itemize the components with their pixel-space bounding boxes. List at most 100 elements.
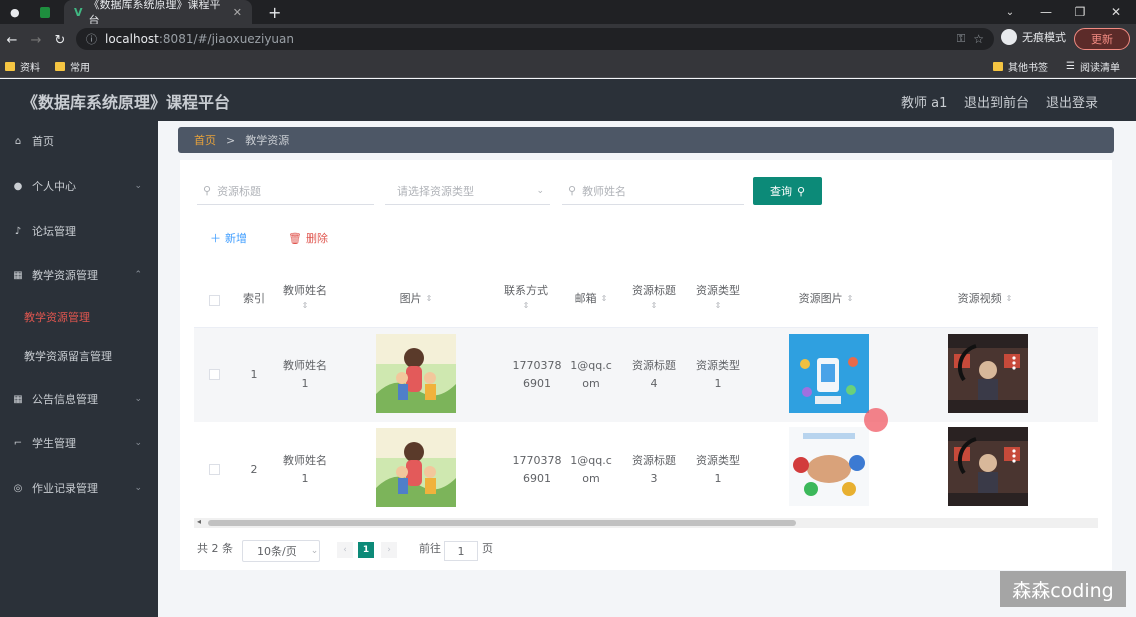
breadcrumb: 首页 > 教学资源: [178, 127, 1114, 153]
resource-image[interactable]: [789, 334, 869, 413]
sidebar-item-notices[interactable]: ▦ 公告信息管理 ⌄: [0, 379, 158, 419]
teacher-name-suffix: 1: [301, 377, 309, 390]
sidebar-item-homework[interactable]: ◎ 作业记录管理 ⌄: [0, 468, 158, 508]
column-header-phone[interactable]: 联系方式 ⇕: [496, 268, 556, 328]
header-label: 资源标题: [632, 284, 676, 297]
video-frame: [948, 427, 1028, 506]
info-icon[interactable]: ⓘ: [86, 31, 97, 47]
resource-title: 资源标题: [632, 454, 676, 467]
column-header-resource-type[interactable]: 资源类型 ⇕: [688, 268, 748, 328]
sidebar-item-label: 首页: [32, 135, 54, 148]
plus-icon: ＋: [210, 232, 221, 245]
goto-page-input[interactable]: 1: [444, 541, 478, 561]
resource-video[interactable]: [948, 334, 1028, 413]
incognito-indicator[interactable]: 无痕模式: [1001, 29, 1066, 45]
scroll-left-icon[interactable]: ◂: [197, 517, 201, 526]
sort-icon[interactable]: ⇕: [715, 298, 722, 313]
prev-page-button[interactable]: ‹: [337, 542, 353, 558]
table-row[interactable]: 1 教师姓名 1 1770378 6901 1@qq.c om 资源标题 4 资源类型 1: [194, 328, 1098, 422]
star-icon[interactable]: ☆: [973, 32, 984, 46]
teacher-name-input[interactable]: ⚲ 教师姓名: [562, 177, 744, 205]
crop-icon: ⌐: [13, 437, 23, 449]
phone: 1770378: [512, 454, 562, 467]
exit-to-front-link[interactable]: 退出到前台: [964, 92, 1029, 111]
search-icon: ⚲: [568, 184, 577, 197]
browser-tab-active[interactable]: V 《数据库系统原理》课程平台 ✕: [64, 0, 252, 27]
minimize-icon[interactable]: —: [1028, 0, 1064, 24]
column-header-image[interactable]: 图片 ⇕: [376, 268, 456, 328]
reading-list[interactable]: ☰ 阅读清单: [1066, 59, 1120, 74]
restore-icon[interactable]: ❐: [1062, 0, 1098, 24]
forward-icon[interactable]: →: [26, 30, 46, 50]
teacher-image[interactable]: [376, 428, 456, 507]
bookmark-folder-ziliao[interactable]: 资料: [5, 59, 40, 74]
address-path: :8081/#/jiaoxueziyuan: [158, 32, 294, 46]
sort-icon[interactable]: ⇕: [426, 291, 433, 306]
other-bookmarks-label: 其他书签: [1008, 63, 1048, 74]
email-suffix: om: [582, 377, 600, 390]
github-icon[interactable]: ●: [0, 0, 30, 24]
table-horizontal-scrollbar[interactable]: ◂: [194, 517, 1098, 528]
page-size-select[interactable]: 10条/页 ⌄: [242, 540, 320, 562]
query-button[interactable]: 查询 ⚲: [753, 177, 822, 205]
teacher-image[interactable]: [376, 334, 456, 413]
resource-type-suffix: 1: [714, 472, 722, 485]
teacher-name: 教师姓名: [283, 359, 327, 372]
reading-list-label: 阅读清单: [1079, 63, 1120, 74]
sort-icon[interactable]: ⇕: [302, 298, 309, 313]
mouse-cursor-highlight: [864, 408, 888, 432]
sidebar-item-forum[interactable]: ♪ 论坛管理: [0, 211, 158, 251]
resource-image-illustration: [789, 427, 869, 506]
sidebar-item-students[interactable]: ⌐ 学生管理 ⌄: [0, 423, 158, 463]
resource-type-select[interactable]: 请选择资源类型 ⌄: [385, 177, 550, 205]
delete-button[interactable]: 🗑 删除: [288, 230, 328, 246]
select-all-checkbox[interactable]: [209, 295, 220, 306]
sort-icon[interactable]: ⇕: [1006, 291, 1013, 306]
resource-title-input[interactable]: ⚲ 资源标题: [197, 177, 374, 205]
row-checkbox[interactable]: [209, 464, 220, 475]
sort-icon[interactable]: ⇕: [651, 298, 658, 313]
key-icon[interactable]: ⚿: [957, 32, 965, 46]
chevron-down-icon: ⌄: [536, 185, 544, 196]
column-header-email[interactable]: 邮箱 ⇕: [566, 268, 616, 328]
sort-icon[interactable]: ⇕: [523, 298, 530, 313]
sidebar-item-home[interactable]: ⌂ 首页: [0, 121, 158, 161]
logout-link[interactable]: 退出登录: [1046, 92, 1098, 111]
column-header-resource-title[interactable]: 资源标题 ⇕: [624, 268, 684, 328]
breadcrumb-home[interactable]: 首页: [194, 132, 216, 148]
next-page-button[interactable]: ›: [381, 542, 397, 558]
sidebar-item-profile[interactable]: ● 个人中心 ⌄: [0, 166, 158, 206]
sidebar-subitem-resource-manage[interactable]: 教学资源管理: [0, 298, 158, 336]
reload-icon[interactable]: ↻: [50, 30, 70, 50]
update-button[interactable]: 更新: [1074, 28, 1130, 50]
teacher-name-suffix: 1: [301, 472, 309, 485]
sidebar-subitem-resource-comments[interactable]: 教学资源留言管理: [0, 337, 158, 375]
sort-icon[interactable]: ⇕: [601, 291, 608, 306]
add-button[interactable]: ＋ 新增: [210, 230, 247, 246]
address-bar[interactable]: ⓘ localhost:8081/#/jiaoxueziyuan ⚿ ☆: [76, 28, 994, 50]
column-header-teacher[interactable]: 教师姓名 ⇕: [275, 268, 335, 328]
close-window-icon[interactable]: ✕: [1098, 0, 1134, 24]
row-checkbox[interactable]: [209, 369, 220, 380]
sidebar-item-label: 作业记录管理: [32, 482, 98, 495]
column-header-resource-image[interactable]: 资源图片 ⇕: [783, 268, 869, 328]
new-tab-icon[interactable]: +: [258, 0, 282, 24]
table-row[interactable]: 2 教师姓名 1 1770378 6901 1@qq.c om 资源标题 3 资源类型 1: [194, 423, 1098, 517]
resource-image[interactable]: [789, 427, 869, 506]
input-placeholder: 教师姓名: [582, 184, 627, 198]
select-placeholder: 请选择资源类型: [397, 184, 474, 198]
bookmark-folder-changyong[interactable]: 常用: [55, 59, 90, 74]
tab-search-icon[interactable]: ⌄: [992, 0, 1028, 24]
column-header-resource-video[interactable]: 资源视频 ⇕: [942, 268, 1028, 328]
resource-video[interactable]: [948, 427, 1028, 506]
user-icon: ●: [13, 180, 23, 192]
current-page-button[interactable]: 1: [358, 542, 374, 558]
other-bookmarks[interactable]: 其他书签: [993, 59, 1048, 74]
pinned-tab-icon[interactable]: [30, 0, 60, 24]
sidebar-item-resources[interactable]: ▦ 教学资源管理 ⌃: [0, 255, 158, 295]
sort-icon[interactable]: ⇕: [847, 291, 854, 306]
tab-close-icon[interactable]: ✕: [233, 6, 242, 19]
vue-logo-icon: V: [74, 5, 83, 19]
back-icon[interactable]: ←: [2, 30, 22, 50]
scrollbar-thumb[interactable]: [208, 520, 796, 526]
